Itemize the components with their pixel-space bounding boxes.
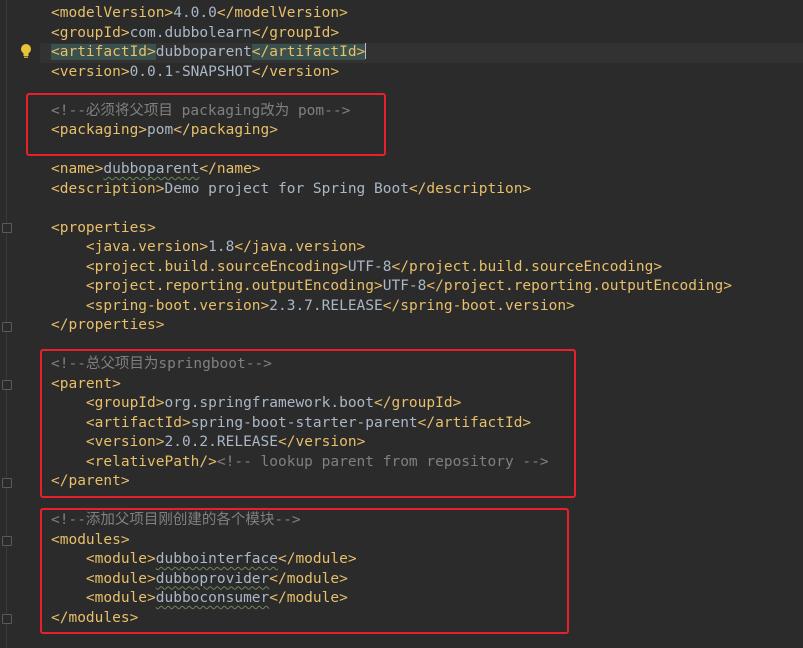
tag-close: </name> [199,161,261,177]
code-line-1[interactable]: <modelVersion>4.0.0</modelVersion> [51,4,348,24]
tag-open: <project.build.sourceEncoding> [85,258,348,275]
tag-value: 1.8 [208,239,235,255]
tag-value: 2.3.7.RELEASE [269,297,383,314]
tag-open: <spring-boot.version> [85,297,270,314]
code-line-2[interactable]: <groupId>com.dubbolearn</groupId> [51,24,339,44]
annotation-box-packaging [26,93,386,156]
tag-open-matched: <artifactId> [51,44,156,60]
code-line-4[interactable]: <version>0.0.1-SNAPSHOT</version> [51,63,339,83]
code-line-10[interactable]: <java.version>1.8</java.version> [51,238,365,258]
tag-close: </project.reporting.outputEncoding> [426,278,732,294]
tag-open: <groupId> [51,24,130,41]
tag-value: Demo project for Spring Boot [164,180,409,197]
annotation-box-parent [40,349,576,498]
tag-value: UTF-8 [347,258,392,275]
text-caret [365,43,367,59]
fold-marker-modules-end[interactable] [2,614,12,624]
tag-close: </java.version> [234,239,366,255]
tag-value: UTF-8 [382,278,427,294]
lightbulb-icon[interactable] [20,43,32,59]
code-line-14[interactable]: </properties> [51,316,165,336]
tag-open: <name> [51,161,104,177]
code-line-3[interactable]: <artifactId>dubboparent</artifactId> [51,43,367,63]
tag-value-spellcheck: dubboparent [103,161,200,177]
fold-marker-properties-end[interactable] [2,322,12,332]
tag-open: <modelVersion> [51,5,174,21]
tag-close: </groupId> [251,24,340,41]
tag-value: dubboparent [155,44,252,60]
code-line-9[interactable]: <properties> [51,219,156,239]
tag-close: </modelVersion> [216,5,348,21]
code-line-7[interactable]: <name>dubboparent</name> [51,160,261,180]
fold-marker-parent[interactable] [2,380,12,390]
tag-open: <project.reporting.outputEncoding> [85,278,383,294]
tag-close: </project.build.sourceEncoding> [391,258,663,275]
code-line-11[interactable]: <project.build.sourceEncoding>UTF-8</pro… [51,258,662,278]
tag-value: 4.0.0 [173,5,217,21]
fold-marker-properties[interactable] [2,223,12,233]
tag-close-matched: </artifactId> [251,44,366,60]
tag-open: <properties> [51,219,156,236]
fold-marker-modules[interactable] [2,536,12,546]
tag-value: 0.0.1-SNAPSHOT [129,63,252,80]
code-editor[interactable]: <modelVersion>4.0.0</modelVersion> <grou… [0,0,803,648]
tag-close: </properties> [51,317,165,333]
code-line-12[interactable]: <project.reporting.outputEncoding>UTF-8<… [51,277,732,297]
fold-marker-parent-end[interactable] [2,478,12,488]
tag-close: </spring-boot.version> [382,297,575,314]
code-line-8[interactable]: <description>Demo project for Spring Boo… [51,180,531,200]
tag-open: <version> [51,63,130,80]
tag-close: </description> [408,180,532,197]
tag-open: <java.version> [85,239,209,255]
tag-value: com.dubbolearn [129,24,252,41]
tag-close: </version> [251,63,340,80]
annotation-box-modules [40,508,569,634]
code-line-13[interactable]: <spring-boot.version>2.3.7.RELEASE</spri… [51,297,575,317]
tag-open: <description> [51,180,165,197]
